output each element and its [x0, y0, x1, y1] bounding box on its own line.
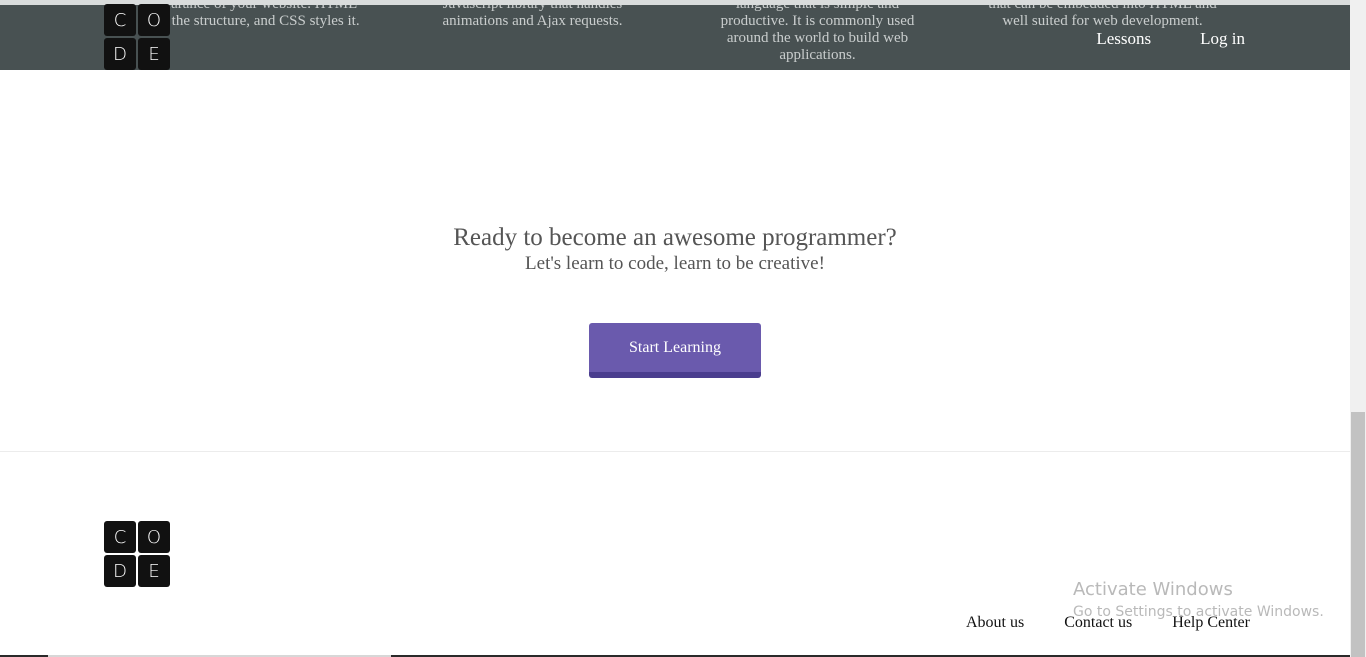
- logo-tile-o: O: [138, 4, 170, 36]
- feature-text-php: that can be embedded into HTML and well …: [988, 5, 1217, 29]
- cta-subtitle: Let's learn to code, learn to be creativ…: [525, 253, 825, 274]
- windows-activation-watermark: Activate Windows Go to Settings to activ…: [1073, 579, 1324, 621]
- header-nav: Lessons Log in: [1096, 29, 1245, 49]
- feature-text-jquery: Javascript library that handles animatio…: [442, 5, 623, 29]
- feature-text-html-css: appearance of your website. HTML adds th…: [140, 5, 360, 29]
- vertical-scrollbar-thumb[interactable]: [1351, 412, 1365, 657]
- logo-tile-e: E: [138, 555, 170, 587]
- watermark-title: Activate Windows: [1073, 579, 1233, 600]
- footer-link-about[interactable]: About us: [966, 614, 1024, 632]
- logo-tile-e: E: [138, 38, 170, 70]
- header-bar: appearance of your website. HTML adds th…: [0, 5, 1350, 70]
- logo-tile-o: O: [138, 521, 170, 553]
- feature-text-python: language that is simple and productive. …: [720, 5, 915, 63]
- logo-tile-d: D: [104, 555, 136, 587]
- start-learning-button[interactable]: Start Learning: [589, 323, 761, 378]
- logo-tile-c: C: [104, 521, 136, 553]
- page: appearance of your website. HTML adds th…: [0, 0, 1366, 657]
- section-divider: [0, 451, 1350, 452]
- nav-link-login[interactable]: Log in: [1200, 29, 1245, 49]
- logo-tile-c: C: [104, 4, 136, 36]
- header-logo[interactable]: C O D E: [104, 4, 170, 70]
- cta-title: Ready to become an awesome programmer?: [453, 224, 897, 251]
- watermark-subtitle: Go to Settings to activate Windows.: [1073, 604, 1324, 620]
- footer-logo[interactable]: C O D E: [104, 521, 170, 587]
- logo-tile-d: D: [104, 38, 136, 70]
- nav-link-lessons[interactable]: Lessons: [1096, 29, 1151, 49]
